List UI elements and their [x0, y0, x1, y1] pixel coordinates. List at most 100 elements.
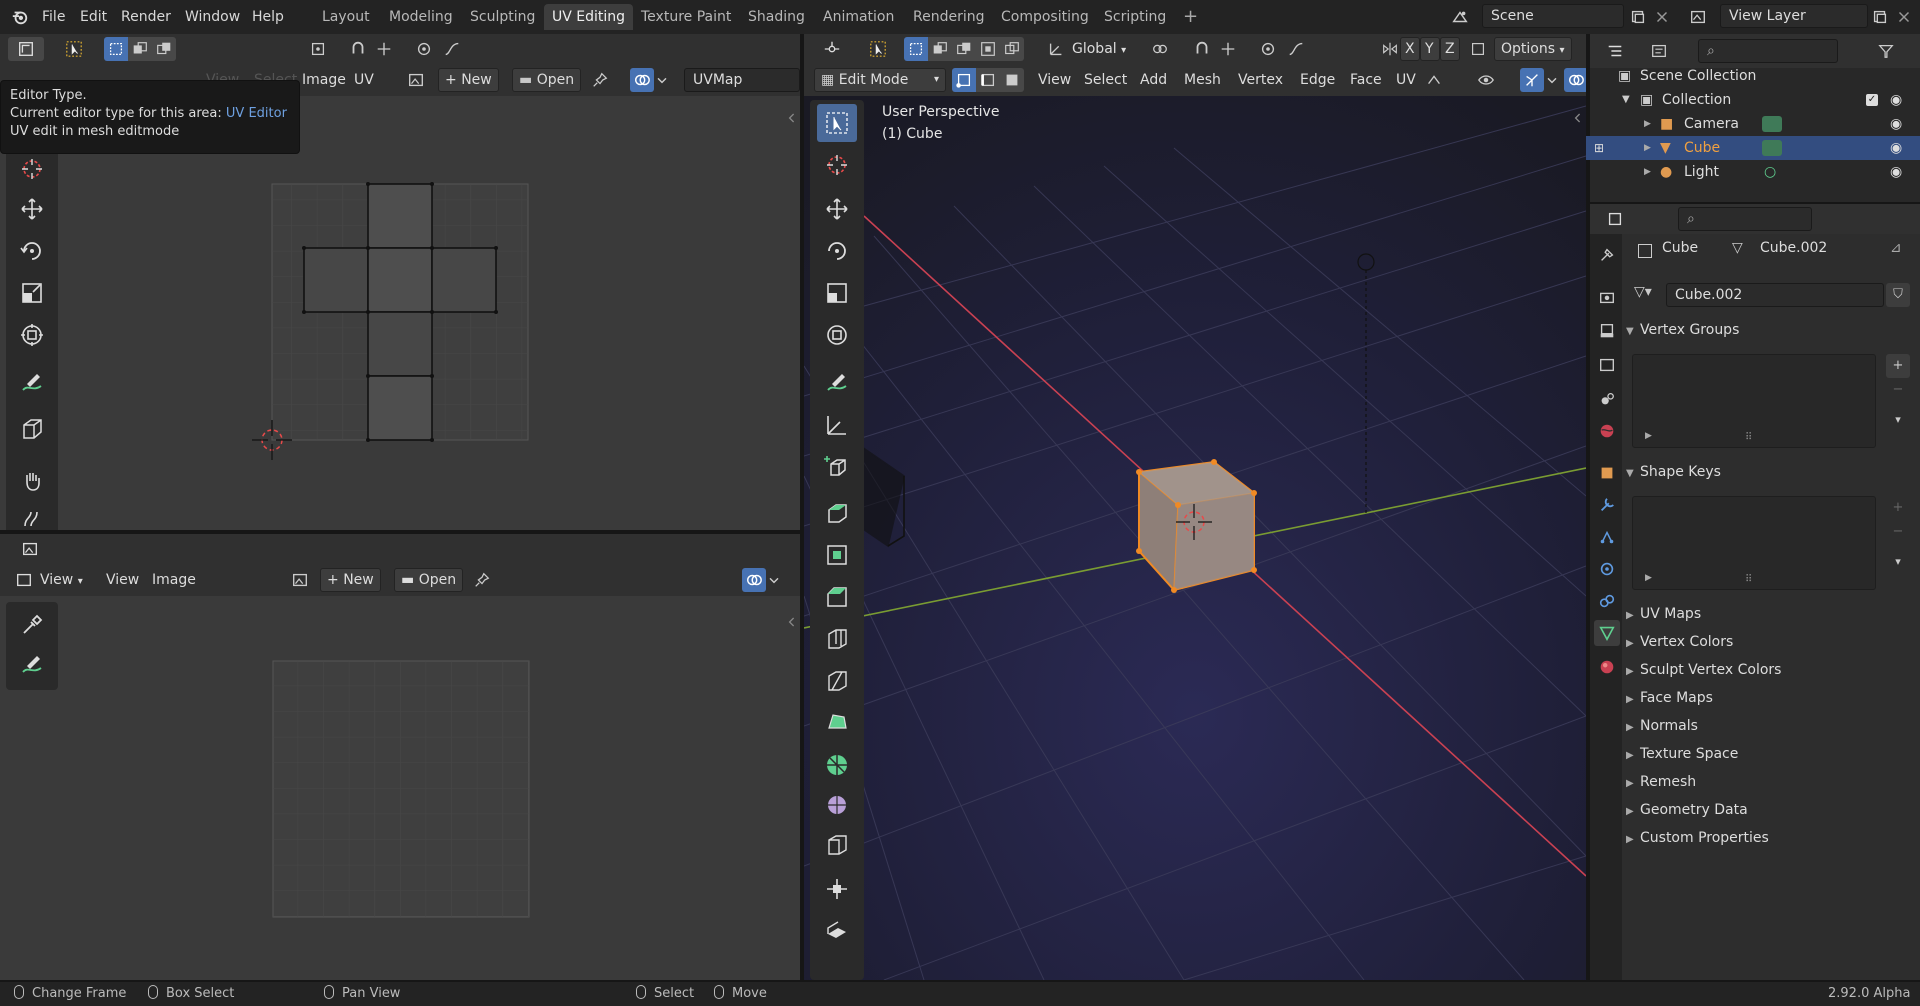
tab-compositing[interactable]: Compositing [993, 4, 1097, 30]
eye-icon[interactable]: ◉ [1890, 88, 1902, 112]
remove-shape-key-button[interactable]: − [1886, 520, 1910, 544]
overlay-toggle-icon-2[interactable] [742, 568, 766, 592]
menu-uv-3d[interactable]: UV [1390, 68, 1422, 92]
properties-context-mesh[interactable]: Cube.002 [1760, 240, 1827, 256]
uvmap-field[interactable]: UVMap [684, 68, 800, 92]
mirror-z-button[interactable]: Z [1440, 37, 1460, 61]
mesh-datablock-icon[interactable]: ▽▾ [1634, 284, 1664, 306]
vp-select-invert-icon[interactable] [976, 37, 1000, 61]
falloff-icon[interactable] [440, 37, 464, 61]
outliner-scene-collection[interactable]: ▣ Scene Collection [1586, 64, 1920, 88]
section-vertex-groups[interactable]: ▼ Vertex Groups [1626, 318, 1920, 342]
display-mode-icon[interactable] [1642, 39, 1676, 63]
tab-output-icon[interactable] [1594, 318, 1620, 344]
pivot-icon[interactable] [306, 37, 330, 61]
vp-select-extend-icon[interactable] [928, 37, 952, 61]
image-browse-icon-2[interactable] [288, 568, 312, 592]
section-vertex-colors[interactable]: ▶ Vertex Colors [1626, 630, 1920, 654]
vp-snap-icon[interactable] [1190, 37, 1214, 61]
shape-key-specials-icon[interactable]: ▾ [1886, 550, 1910, 574]
vp-tool-shrink-fatten[interactable] [817, 870, 857, 908]
menu-select-3d[interactable]: Select [1078, 68, 1133, 92]
pin-icon-2[interactable] [470, 568, 494, 592]
select-mode-subtract-icon[interactable] [152, 37, 176, 61]
outliner-editor-type-icon[interactable] [1598, 39, 1632, 63]
tab-texture-paint[interactable]: Texture Paint [633, 4, 739, 30]
vp-select-new-icon[interactable] [904, 37, 928, 61]
mirror-icon[interactable] [1378, 37, 1402, 61]
filter-icon[interactable] [1874, 39, 1898, 63]
tab-uv-editing[interactable]: UV Editing [544, 4, 634, 30]
menu-file[interactable]: File [34, 4, 73, 30]
section-face-maps[interactable]: ▶ Face Maps [1626, 686, 1920, 710]
vp-collapse-sidebar-icon[interactable] [1570, 106, 1586, 130]
options-dropdown[interactable]: Options ▾ [1494, 37, 1572, 61]
vertex-groups-list[interactable]: ▶ ⠿ [1632, 354, 1876, 448]
delete-view-layer-icon[interactable] [1892, 5, 1916, 29]
menu-face-3d[interactable]: Face [1344, 68, 1388, 92]
section-remesh[interactable]: ▶ Remesh [1626, 770, 1920, 794]
tab-data-icon[interactable] [1594, 620, 1620, 646]
menu-vertex-3d[interactable]: Vertex [1232, 68, 1289, 92]
vp-tool-extrude[interactable] [817, 494, 857, 532]
transform-affect-icon[interactable] [1422, 68, 1446, 92]
vp-tool-scale[interactable] [817, 274, 857, 312]
pivot-point-icon[interactable] [1148, 37, 1172, 61]
eye-icon[interactable]: ◉ [1890, 112, 1902, 136]
vp-tool-edge-slide[interactable] [817, 826, 857, 864]
auto-merge-icon[interactable] [1466, 37, 1490, 61]
menu-view-image[interactable]: View [100, 568, 145, 592]
tab-scripting[interactable]: Scripting [1096, 4, 1174, 30]
menu-edit[interactable]: Edit [72, 4, 115, 30]
tab-physics-icon[interactable] [1594, 556, 1620, 582]
resize-grip-icon[interactable]: ⠿ [1745, 432, 1752, 443]
vp-select-subtract-icon[interactable] [952, 37, 976, 61]
properties-editor-type-icon[interactable] [1598, 207, 1632, 231]
vp-tool-move[interactable] [817, 190, 857, 228]
section-uv-maps[interactable]: ▶ UV Maps [1626, 602, 1920, 626]
tab-world-icon[interactable] [1594, 418, 1620, 444]
menu-add-3d[interactable]: Add [1134, 68, 1173, 92]
vp-tool-measure[interactable] [817, 406, 857, 444]
scene-icon[interactable] [1448, 5, 1472, 29]
vp-tool-transform[interactable] [817, 316, 857, 354]
collapse-sidebar-icon-2[interactable] [784, 610, 800, 634]
section-custom-properties[interactable]: ▶ Custom Properties [1626, 826, 1920, 850]
image-browse-icon[interactable] [404, 68, 428, 92]
vp-snap-target-icon[interactable] [1216, 37, 1240, 61]
vp-tool-add-cube[interactable] [817, 448, 857, 486]
menu-mesh-3d[interactable]: Mesh [1178, 68, 1227, 92]
tool-grab[interactable] [12, 462, 52, 500]
outliner-search-input[interactable]: ⌕ [1698, 39, 1838, 63]
snap-icon[interactable] [346, 37, 370, 61]
tool-rip[interactable] [12, 410, 52, 448]
outliner-item-light[interactable]: ▶ ● Light ○ ◉ [1586, 160, 1920, 184]
image-editor-type-icon[interactable] [14, 537, 46, 561]
tool-move[interactable] [12, 190, 52, 228]
tab-constraints-icon[interactable] [1594, 588, 1620, 614]
menu-uv[interactable]: UV [348, 68, 380, 92]
vp-tool-cursor[interactable] [817, 146, 857, 184]
outliner-collection[interactable]: ▼ ▣ Collection ✓ ◉ [1586, 88, 1920, 112]
tab-material-icon[interactable] [1594, 654, 1620, 680]
select-mode-extend-icon[interactable] [128, 37, 152, 61]
editor-type-icon[interactable] [8, 37, 44, 61]
tool-cursor[interactable] [12, 150, 52, 188]
section-texture-space[interactable]: ▶ Texture Space [1626, 742, 1920, 766]
new-scene-icon[interactable] [1626, 5, 1650, 29]
vp-tool-loop-cut[interactable] [817, 620, 857, 658]
mirror-x-button[interactable]: X [1400, 37, 1420, 61]
tool-sample[interactable] [12, 606, 52, 644]
eye-icon[interactable]: ◉ [1890, 136, 1902, 160]
eye-icon[interactable]: ◉ [1890, 160, 1902, 184]
vp-proportional-icon[interactable] [1256, 37, 1280, 61]
delete-scene-icon[interactable] [1650, 5, 1674, 29]
tab-tool-icon[interactable] [1594, 242, 1620, 268]
menu-help[interactable]: Help [244, 4, 292, 30]
vp-tool-spin[interactable] [817, 746, 857, 784]
tab-animation[interactable]: Animation [815, 4, 902, 30]
add-shape-key-button[interactable]: + [1886, 496, 1910, 520]
new-image-button[interactable]: + New [438, 68, 499, 92]
tab-modeling[interactable]: Modeling [381, 4, 461, 30]
add-vertex-group-button[interactable]: + [1886, 354, 1910, 378]
